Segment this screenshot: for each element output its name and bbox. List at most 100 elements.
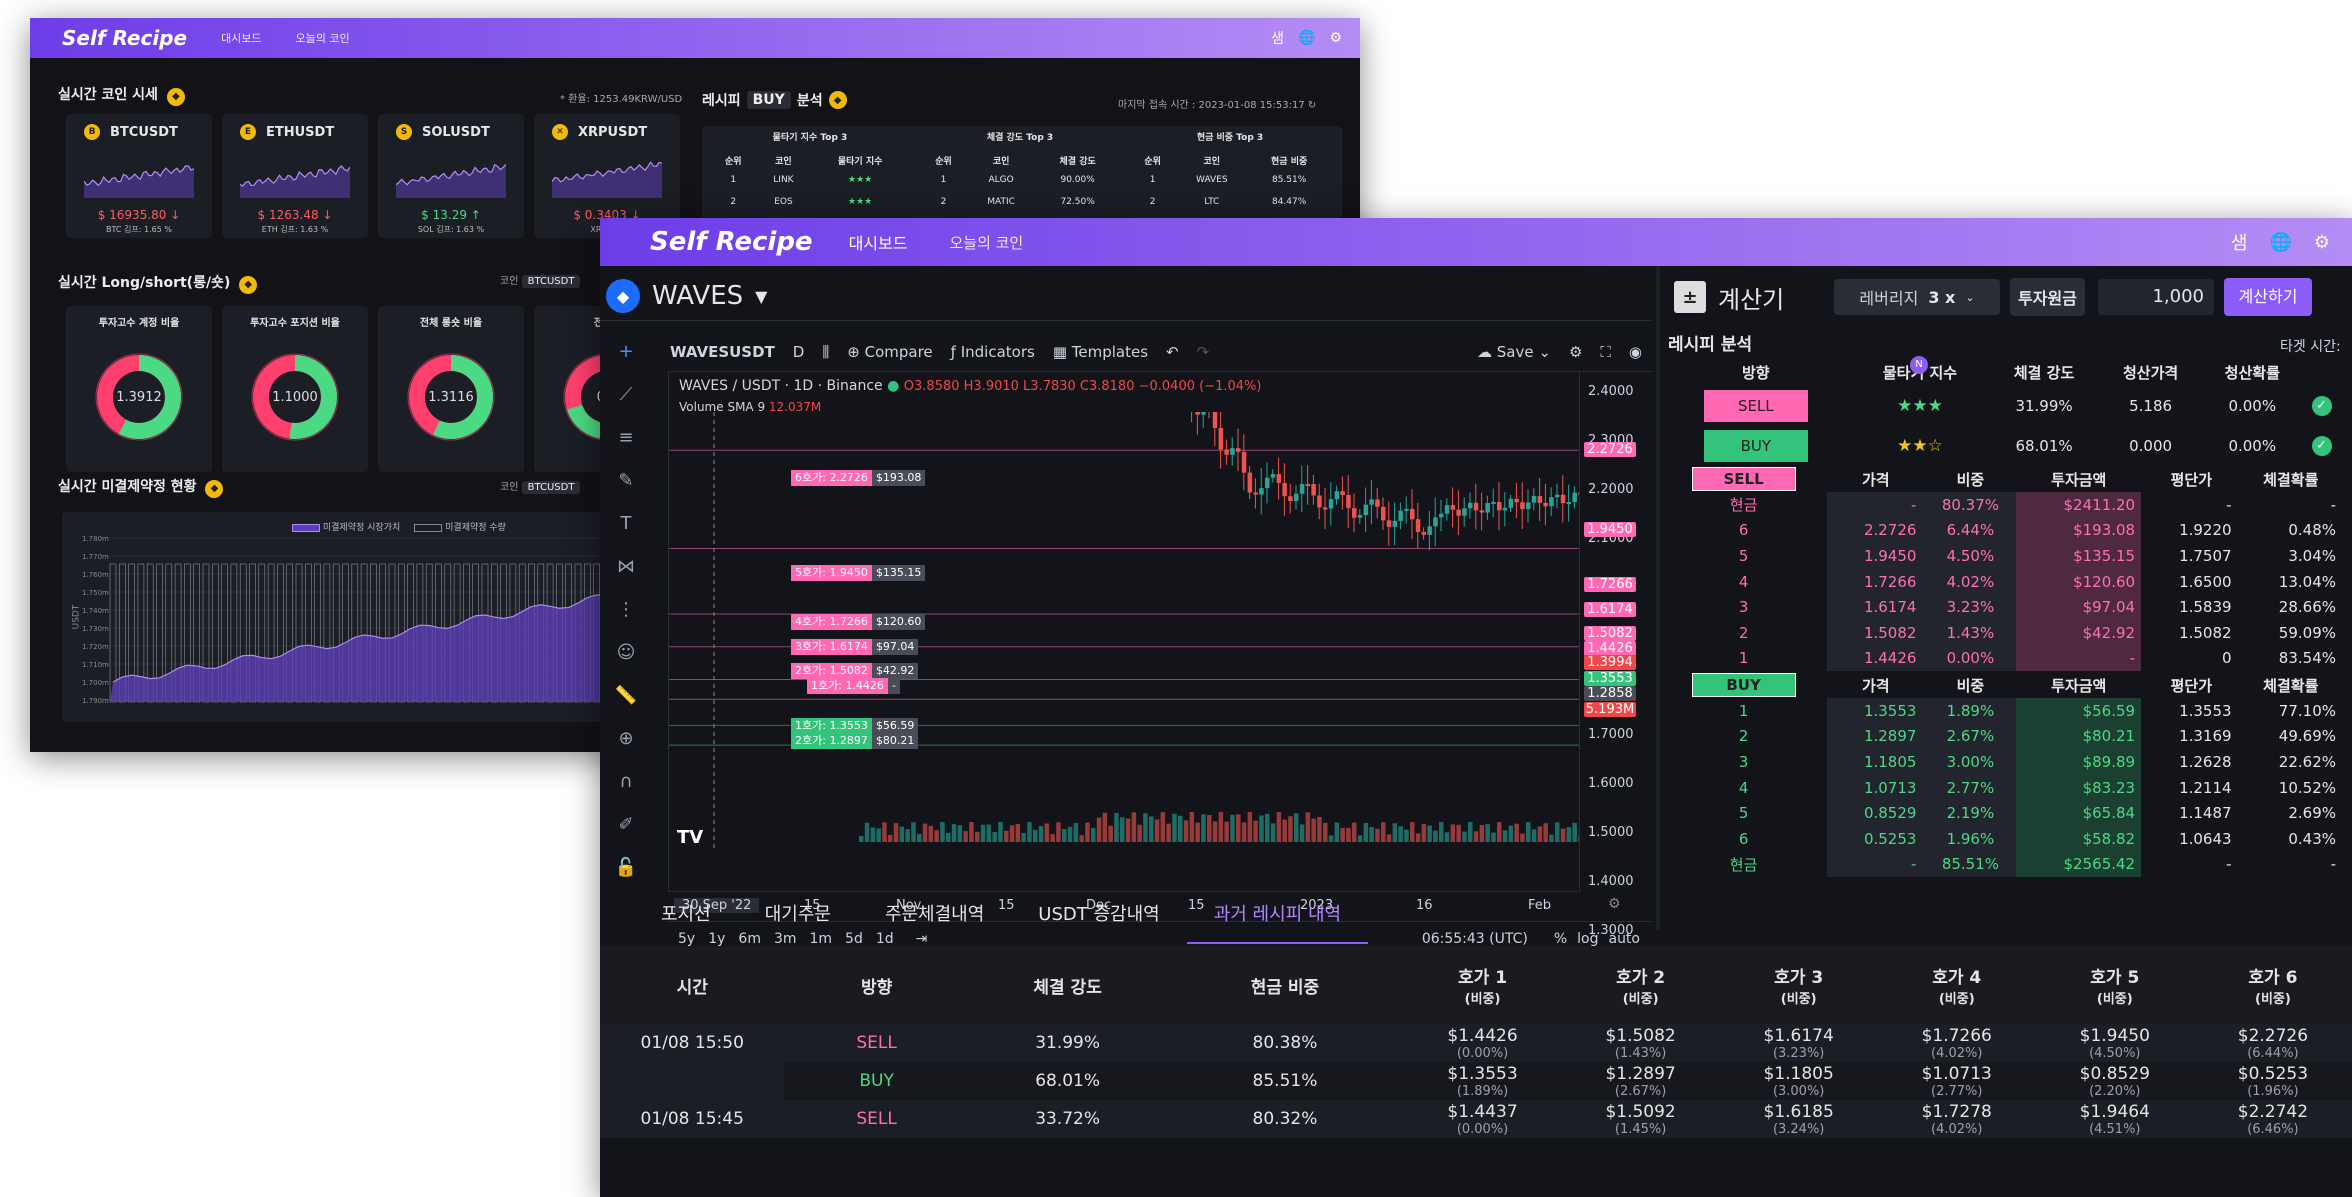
top3-header: 순위 xyxy=(1144,156,1161,167)
bottom-tab[interactable]: 주문체결내역 xyxy=(858,886,1011,944)
order-row[interactable]: 1 1.3553 1.89% $56.59 1.3553 77.10% xyxy=(1660,698,2340,724)
nav-today-coin[interactable]: 오늘의 코인 xyxy=(949,232,1023,253)
recipe-mode-select[interactable]: BUY xyxy=(746,91,791,109)
camera-icon[interactable]: ◉ xyxy=(1629,343,1642,361)
brush-icon[interactable]: ✎ xyxy=(618,470,633,491)
top3-row[interactable]: 1 LINK ★★★ xyxy=(710,169,910,191)
top3-row[interactable]: 1 WAVES 85.51% xyxy=(1130,169,1330,191)
tv-chart-pane[interactable]: WAVES / USDT · 1D · Binance ● O3.8580 H3… xyxy=(668,371,1652,987)
order-row[interactable]: 4 1.7266 4.02% $120.60 1.6500 13.04% xyxy=(1660,568,2340,595)
fullscreen-icon[interactable]: ⛶ xyxy=(1600,343,1611,361)
undo-icon[interactable]: ↶ xyxy=(1166,343,1179,361)
longshort-coin-select[interactable]: 코인 BTCUSDT xyxy=(500,272,581,288)
top3-row[interactable]: 2 LTC 84.47% xyxy=(1130,191,1330,213)
volume-bar xyxy=(1392,823,1398,842)
magnet-icon[interactable]: ∩ xyxy=(619,771,632,792)
tv-compare[interactable]: ⊕ Compare xyxy=(847,343,932,361)
tv-templates[interactable]: ▦ Templates xyxy=(1053,343,1148,361)
globe-icon[interactable]: 🌐 xyxy=(1298,30,1315,46)
nav-dashboard[interactable]: 대시보드 xyxy=(221,30,261,46)
coin-card[interactable]: E ETHUSDT $ 1263.48 ↓ ETH 김프: 1.63 % xyxy=(222,114,368,238)
top3-row[interactable]: 2 EOS ★★★ xyxy=(710,191,910,213)
top3-row[interactable]: 1 ALGO 90.00% xyxy=(920,169,1120,191)
top3-row[interactable]: 2 MATIC 72.50% xyxy=(920,191,1120,213)
text-icon[interactable]: T xyxy=(621,513,632,534)
order-row[interactable]: 1 1.4426 0.00% - 0 83.54% xyxy=(1660,645,2340,672)
bottom-tab[interactable]: 대기주문 xyxy=(738,886,858,944)
lock-draw-icon[interactable]: ✐ xyxy=(618,814,633,835)
order-level-tag[interactable]: 2호가: 1.5082 $42.92 xyxy=(791,663,919,679)
gear-icon[interactable]: ⚙ xyxy=(1329,30,1342,46)
crosshair-icon[interactable]: + xyxy=(618,341,633,362)
price-tag: 2.2726 xyxy=(1584,442,1636,457)
order-row[interactable]: 5 1.9450 4.50% $135.15 1.7507 3.04% xyxy=(1660,543,2340,569)
candle xyxy=(1514,498,1519,503)
bottom-tab[interactable]: 포지션 xyxy=(634,886,738,944)
zoom-icon[interactable]: ⊕ xyxy=(618,728,633,749)
ruler-icon[interactable]: 📏 xyxy=(615,685,637,706)
axis-settings-icon[interactable]: ⚙ xyxy=(1608,896,1621,912)
user-name[interactable]: 샘 xyxy=(2231,229,2248,255)
order-level-tag[interactable]: 1호가: 1.3553 $56.59 xyxy=(791,718,919,734)
emoji-icon[interactable]: ☺ xyxy=(617,642,636,663)
order-row[interactable]: 6 0.5253 1.96% $58.82 1.0643 0.43% xyxy=(1660,825,2340,852)
bottom-tab[interactable]: 과거 레시피 내역 xyxy=(1186,886,1369,944)
app-logo[interactable]: Self Recipe xyxy=(62,26,187,50)
order-level-tag[interactable]: 4호가: 1.7266 $120.60 xyxy=(791,614,926,630)
candle-type-icon[interactable]: ⫼ xyxy=(822,343,829,361)
order-level-tag[interactable]: 6호가: 2.2726 $193.08 xyxy=(791,470,926,486)
oi-coin-select[interactable]: 코인 BTCUSDT xyxy=(500,478,581,494)
order-level-tag[interactable]: 1호가: 1.4426- xyxy=(807,678,900,694)
lock-icon[interactable]: 🔓 xyxy=(615,857,637,878)
opt-percent[interactable]: % xyxy=(1554,931,1567,947)
analysis-row[interactable]: SELL ★★★ 31.99% 5.186 0.00% ✓ xyxy=(1660,386,2340,426)
order-cell: 10.52% xyxy=(2278,778,2336,797)
redo-icon[interactable]: ↷ xyxy=(1197,343,1210,361)
volume-bar xyxy=(1102,812,1108,842)
history-row[interactable]: 01/08 15:45 SELL 33.72% 80.32% $1.4437 (0.00%… xyxy=(600,1100,2352,1138)
tv-ticker[interactable]: WAVESUSDT xyxy=(670,343,775,361)
tv-interval[interactable]: D xyxy=(793,343,805,361)
utc-time[interactable]: 06:55:43 (UTC) xyxy=(1422,931,1528,947)
order-level-tag[interactable]: 3호가: 1.6174 $97.04 xyxy=(791,639,919,655)
tv-save[interactable]: ☁ Save ⌄ xyxy=(1477,343,1551,361)
principal-input[interactable]: 1,000 xyxy=(2098,279,2214,315)
candle xyxy=(1566,502,1572,505)
user-name[interactable]: 샘 xyxy=(1271,28,1284,48)
order-row[interactable]: 3 1.6174 3.23% $97.04 1.5839 28.66% xyxy=(1660,594,2340,620)
measure-icon[interactable]: ⋮ xyxy=(617,599,635,620)
order-row[interactable]: 6 2.2726 6.44% $193.08 1.9220 0.48% xyxy=(1660,517,2340,544)
pattern-icon[interactable]: ⋈ xyxy=(617,556,635,577)
calculate-button[interactable]: 계산하기 xyxy=(2224,278,2312,316)
opt-auto[interactable]: auto xyxy=(1608,931,1640,947)
coin-card[interactable]: S SOLUSDT $ 13.29 ↑ SOL 김프: 1.63 % xyxy=(378,114,524,238)
app-logo[interactable]: Self Recipe xyxy=(650,227,813,257)
nav-today-coin[interactable]: 오늘의 코인 xyxy=(296,30,350,46)
order-row[interactable]: 3 1.1805 3.00% $89.89 1.2628 22.62% xyxy=(1660,749,2340,775)
bottom-tab[interactable]: USDT 증감내역 xyxy=(1011,886,1186,944)
order-row[interactable]: 현금 -85.51% $2565.42- - xyxy=(1660,851,2340,878)
order-level-tag[interactable]: 5호가: 1.9450 $135.15 xyxy=(791,565,926,581)
nav-dashboard[interactable]: 대시보드 xyxy=(849,230,908,254)
order-row[interactable]: 5 0.8529 2.19% $65.84 1.1487 2.69% xyxy=(1660,800,2340,826)
order-row[interactable]: 현금 -80.37% $2411.20- - xyxy=(1660,492,2340,518)
refresh-icon[interactable]: ↻ xyxy=(1308,100,1316,111)
fib-icon[interactable]: ≡ xyxy=(618,427,633,448)
trendline-icon[interactable]: ⟋ xyxy=(620,384,633,405)
order-row[interactable]: 4 1.0713 2.77% $83.23 1.2114 10.52% xyxy=(1660,774,2340,801)
globe-icon[interactable]: 🌐 xyxy=(2269,232,2291,253)
order-row[interactable]: 2 1.5082 1.43% $42.92 1.5082 59.09% xyxy=(1660,619,2340,646)
leverage-select[interactable]: 레버리지 3 x ⌄ xyxy=(1834,279,2000,315)
history-row[interactable]: 01/08 15:50 SELL 31.99% 80.38% $1.4426 (0.00%… xyxy=(600,1024,2352,1062)
symbol-selector[interactable]: ◆ WAVES ▼ xyxy=(606,272,767,320)
history-row[interactable]: BUY 68.01% 85.51% $1.3553 (1.89%) $1.2897 (2.6… xyxy=(600,1062,2352,1100)
settings-icon[interactable]: ⚙ xyxy=(1569,343,1582,361)
tv-indicators[interactable]: ƒ Indicators xyxy=(951,343,1035,361)
order-row[interactable]: 2 1.2897 2.67% $80.21 1.3169 49.69% xyxy=(1660,723,2340,750)
order-level-tag[interactable]: 2호가: 1.2897 $80.21 xyxy=(791,733,919,749)
candle xyxy=(1305,483,1311,486)
coin-card[interactable]: B BTCUSDT $ 16935.80 ↓ BTC 김프: 1.65 % xyxy=(66,114,212,238)
gear-icon[interactable]: ⚙ xyxy=(2314,232,2330,253)
analysis-row[interactable]: BUY ★★☆ 68.01% 0.000 0.00% ✓ xyxy=(1660,426,2340,466)
opt-log[interactable]: log xyxy=(1577,931,1598,947)
